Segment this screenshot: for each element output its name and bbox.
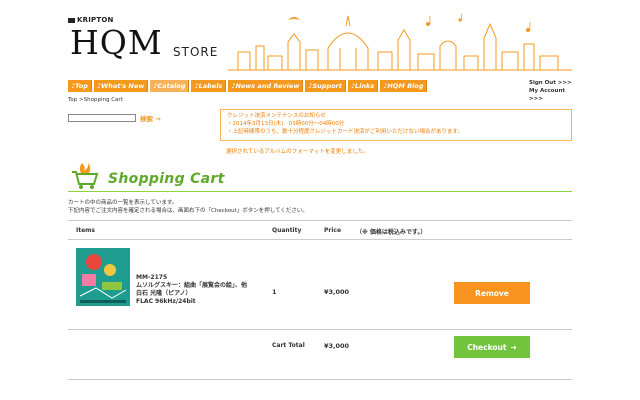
remove-button[interactable]: Remove [454, 282, 530, 304]
shopping-cart-icon [72, 163, 99, 189]
item-title[interactable]: ムソルグスキー：組曲「展覧会の絵」、他 [136, 282, 247, 290]
item-details: MM-2175 ムソルグスキー：組曲「展覧会の絵」、他 白石 光隆（ピアノ） F… [136, 274, 247, 306]
cart-total-label: Cart Total [272, 342, 305, 349]
checkout-button[interactable]: Checkout ➜ [454, 336, 530, 358]
nav-catalog[interactable]: ♪Catalog [150, 80, 190, 92]
sign-out-link[interactable]: Sign Out >>> [529, 79, 572, 87]
notice-title: クレジット決済メンテナンスのお知らせ [227, 113, 326, 119]
album-cover-image[interactable] [76, 248, 130, 306]
header: KRIPTON HQM STORE [68, 12, 572, 80]
cart-intro: カートの中の商品の一覧を表示しています。 下記内容でご注文内容を確定される場合は… [68, 199, 308, 215]
content: KRIPTON HQM STORE ♪Top ♪What's New ♪Cata… [68, 0, 572, 400]
city-skyline-illustration [228, 14, 572, 71]
nav-top[interactable]: ♪Top [68, 80, 92, 92]
maintenance-notice: クレジット決済メンテナンスのお知らせ ・2014年3月13日(木) 03時00分… [220, 109, 572, 141]
column-items: Items [76, 227, 95, 234]
search-box: 検索 → [68, 113, 161, 123]
search-button[interactable]: 検索 → [140, 113, 161, 123]
item-format: FLAC 96kHz/24bit [136, 298, 196, 305]
nav-news-and-review[interactable]: ♪News and Review [228, 80, 304, 92]
notice-line-detail: ・上記時間帯のうち、数十分程度クレジットカード決済がご利用いただけない場合があり… [227, 129, 463, 135]
page: KRIPTON HQM STORE ♪Top ♪What's New ♪Cata… [0, 0, 640, 400]
my-account-link[interactable]: My Account >>> [529, 87, 572, 103]
cart-title-bar: Shopping Cart [68, 160, 572, 192]
nav-whats-new[interactable]: ♪What's New [93, 80, 149, 92]
account-links: Sign Out >>> My Account >>> [529, 79, 572, 103]
item-artist: 白石 光隆（ピアノ） [136, 290, 192, 297]
nav-links[interactable]: ♪Links [347, 80, 379, 92]
cart-total-value: ¥3,000 [324, 342, 350, 350]
format-changed-note: 選択されているアルバムのフォーマットを変更しました。 [226, 149, 369, 155]
item-code: MM-2175 [136, 274, 168, 281]
table-header: Items Quantity Price （※ 価格は税込みです。） [68, 220, 572, 240]
item-quantity: 1 [272, 288, 277, 296]
nav-labels[interactable]: ♪Labels [191, 80, 227, 92]
column-quantity: Quantity [272, 227, 302, 234]
search-input[interactable] [68, 114, 136, 122]
intro-line-1: カートの中の商品の一覧を表示しています。 [68, 200, 178, 206]
kripton-logo-icon [68, 17, 75, 23]
checkout-label: Checkout [467, 342, 507, 352]
page-title: Shopping Cart [108, 171, 225, 187]
nav-support[interactable]: ♪Support [305, 80, 346, 92]
hqm-logo[interactable]: HQM [70, 26, 163, 59]
cart-totals: Cart Total ¥3,000 Checkout ➜ [68, 330, 572, 380]
nav-hqm-blog[interactable]: ♪HQM Blog [380, 80, 428, 92]
item-price: ¥3,000 [324, 288, 350, 296]
table-row: MM-2175 ムソルグスキー：組曲「展覧会の絵」、他 白石 光隆（ピアノ） F… [68, 240, 572, 330]
notice-line-date: ・2014年3月13日(木) 03時00分～04時00分 [227, 121, 345, 127]
column-price: Price [324, 227, 342, 234]
intro-line-2: 下記内容でご注文内容を確定される場合は、画面右下の「Checkout」ボタンを押… [68, 208, 308, 214]
store-logo: STORE [173, 45, 219, 59]
breadcrumb[interactable]: Top >Shopping Cart [68, 97, 123, 103]
arrow-right-icon: ➜ [510, 342, 517, 352]
main-nav: ♪Top ♪What's New ♪Catalog ♪Labels ♪News … [68, 80, 428, 92]
tax-note: （※ 価格は税込みです。） [356, 229, 427, 236]
album-art [76, 248, 130, 306]
